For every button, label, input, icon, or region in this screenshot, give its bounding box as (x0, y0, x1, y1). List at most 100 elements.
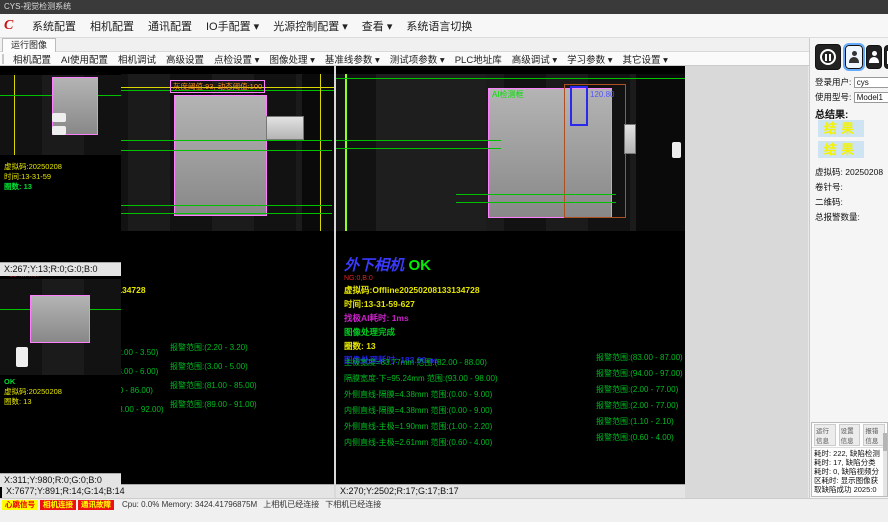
menu-camera-config[interactable]: 相机配置 (83, 18, 141, 34)
statusbar: 心跳信号 相机连接 通讯故障 Cpu: 0.0% Memory: 3424.41… (0, 498, 888, 522)
alarm-range-text: 报警范围:(2.20 - 3.20) (170, 342, 248, 353)
qr-code-label: 二维码: (815, 196, 843, 208)
measurement-text: 外侧直线-隔膜=4.38mm 范围:(0.00 - 9.00) (344, 390, 492, 399)
log-scrollbar[interactable] (883, 433, 887, 497)
status-ok: OK (408, 257, 431, 274)
detected-part-outline (174, 95, 267, 216)
menu-comm-config[interactable]: 通讯配置 (141, 18, 199, 34)
menu-language-switch[interactable]: 系统语言切换 (399, 18, 479, 34)
app-window: CYS-视觉检测系统 C 系统配置 相机配置 通讯配置 IO手配置 ▾ 光源控制… (0, 0, 888, 522)
tool-advanced-debug[interactable]: 高级调试 ▾ (507, 52, 562, 66)
pixel-coords-bar: X:270;Y:2502;R:17;G:17;B:17 (336, 484, 685, 498)
part-clip (266, 116, 304, 140)
small-camera-view-1: 虚拟码:20250208 时间:13-31-59 圈数: 13 X:267;Y:… (0, 66, 121, 276)
switch-user-button[interactable] (866, 45, 882, 69)
tool-learning-params[interactable]: 学习参数 ▾ (562, 52, 617, 66)
threshold-overlay-label: 灰度阈值:93, 动态阈值:100 (170, 80, 265, 93)
pixel-coords-bar: X:267;Y:13;R:0;G:0;B:0 (0, 262, 121, 276)
ai-detect-rect (570, 86, 588, 126)
log-tab-errors[interactable]: 报错信息 (863, 424, 885, 446)
toolbar-grip (2, 54, 4, 64)
small-views-column: 虚拟码:20250208 时间:13-31-59 圈数: 13 X:267;Y:… (0, 66, 121, 498)
camera-view-lower: AI检测框 120.80 外下相机 OK NG:0,B:0 虚拟码:Offlin… (336, 66, 685, 498)
alarm-range-text: 报警范围:(2.00 - 77.00) (596, 400, 678, 411)
overlay-line: 圈数: 13 (0, 397, 62, 407)
menu-system-config[interactable]: 系统配置 (25, 18, 83, 34)
model-label: 使用型号: (815, 92, 851, 102)
measurement-row: 外侧直线-主极=1.90mm 范围:(1.00 - 2.20) 报警范围:(1.… (344, 416, 683, 428)
comm-fault-badge: 通讯故障 (78, 500, 114, 510)
camera-info-lower: 外下相机 OK NG:0,B:0 虚拟码:Offline202502081331… (344, 254, 480, 367)
tool-baseline-params[interactable]: 基准线参数 ▾ (320, 52, 385, 66)
pause-button[interactable] (815, 44, 841, 70)
camera-title: 外下相机 (344, 257, 404, 274)
tool-spotcheck-settings[interactable]: 点检设置 ▾ (209, 52, 264, 66)
heartbeat-badge: 心跳信号 (2, 500, 38, 510)
upper-camera-status: 上相机已经连接 (263, 500, 319, 510)
measurement-text: 内侧直线-隔膜=4.38mm 范围:(0.00 - 9.00) (344, 406, 492, 415)
window-title: CYS-视觉检测系统 (4, 2, 71, 11)
overlay-line: 虚拟码:20250208 (0, 387, 62, 397)
model-field[interactable]: Model1 (854, 92, 888, 103)
toolbar: 相机配置 AI使用配置 相机调试 高级设置 点检设置 ▾ 图像处理 ▾ 基准线参… (0, 52, 888, 66)
exit-button[interactable] (884, 45, 888, 69)
bright-spot (672, 142, 681, 158)
measurement-row: 主极宽度=83.77mm 范围:(82.00 - 88.00) 报警范围:(83… (344, 352, 683, 364)
tool-advanced-settings[interactable]: 高级设置 (161, 52, 209, 66)
tool-ai-config[interactable]: AI使用配置 (56, 52, 113, 66)
small-camera-image-1[interactable] (0, 75, 121, 155)
log-tabs: 运行信息 设置信息 报错信息 (812, 423, 887, 448)
alarm-range-text: 报警范围:(0.60 - 4.00) (596, 432, 674, 443)
login-user-label: 登录用户: (815, 77, 851, 87)
menubar: C 系统配置 相机配置 通讯配置 IO手配置 ▾ 光源控制配置 ▾ 查看 ▾ 系… (0, 14, 888, 38)
ai-elapsed-text: 找极AI耗时: 1ms (344, 311, 480, 325)
alarm-count-label: 总报警数量: (815, 211, 860, 223)
ng-count-text: NG:0,B:0 (344, 275, 480, 283)
menu-io-config[interactable]: IO手配置 ▾ (199, 18, 266, 34)
result-indicator-1: 结果 (818, 120, 864, 137)
menu-view[interactable]: 查看 ▾ (355, 18, 400, 34)
part-clip (624, 124, 636, 154)
log-text: 耗时: 222, 缺陷检测耗时: 17, 缺陷分类耗时: 0, 缺陷视频分区耗时… (812, 448, 887, 497)
measurement-text: 隔膜宽度-下=95.24mm 范围:(93.00 - 98.00) (344, 374, 498, 383)
barcode-text: 虚拟码:Offline20250208133134728 (344, 283, 480, 297)
log-tab-settings[interactable]: 设置信息 (839, 424, 861, 446)
small-camera-image-2[interactable] (0, 279, 121, 375)
window-titlebar: CYS-视觉检测系统 (0, 0, 888, 14)
tool-image-processing[interactable]: 图像处理 ▾ (264, 52, 319, 66)
log-tab-run[interactable]: 运行信息 (814, 424, 836, 446)
tool-plc-address[interactable]: PLC地址库 (450, 52, 507, 66)
log-panel: 运行信息 设置信息 报错信息 耗时: 222, 缺陷检测耗时: 17, 缺陷分类… (811, 422, 888, 497)
tool-test-params[interactable]: 测试项参数 ▾ (385, 52, 450, 66)
virtual-code-label: 虚拟码: (815, 167, 843, 177)
time-text: 时间:13-31-59-627 (344, 297, 480, 311)
user-icon (849, 51, 859, 63)
turns-text: 圈数: 13 (344, 339, 480, 353)
tool-camera-debug[interactable]: 相机调试 (113, 52, 161, 66)
alarm-range-text: 报警范围:(2.00 - 77.00) (596, 384, 678, 395)
overlay-line: 时间:13-31-59 (0, 172, 62, 182)
login-user-button[interactable] (845, 45, 863, 69)
pause-icon (820, 49, 836, 65)
pixel-coords-bar: X:311;Y:980;R:0;G:0;B:0 (0, 473, 121, 487)
virtual-code-value: 20250208 (845, 167, 883, 177)
alarm-range-text: 报警范围:(94.00 - 97.00) (596, 368, 683, 379)
small-camera-view-2: OK 虚拟码:20250208 圈数: 13 X:311;Y:980;R:0;G… (0, 277, 121, 487)
alarm-range-text: 报警范围:(81.00 - 85.00) (170, 380, 257, 391)
small-view-2-overlay: OK 虚拟码:20250208 圈数: 13 (0, 377, 62, 407)
tab-strip: 运行图像 (0, 38, 888, 52)
camera-image-lower[interactable]: AI检测框 120.80 (336, 74, 685, 231)
result-indicator-2: 结果 (818, 141, 864, 158)
measurement-row: 外侧直线-隔膜=4.38mm 范围:(0.00 - 9.00) 报警范围:(2.… (344, 384, 683, 396)
measurement-row: 内侧直线-隔膜=4.38mm 范围:(0.00 - 9.00) 报警范围:(2.… (344, 400, 683, 412)
alarm-range-text: 报警范围:(3.00 - 5.00) (170, 361, 248, 372)
login-user-field[interactable]: cys (854, 77, 888, 88)
measurement-text: 外侧直线-主极=1.90mm 范围:(1.00 - 2.20) (344, 422, 492, 431)
tool-camera-config[interactable]: 相机配置 (8, 52, 56, 66)
tool-other-settings[interactable]: 其它设置 ▾ (618, 52, 673, 66)
tab-run-image[interactable]: 运行图像 (2, 38, 56, 52)
menu-light-config[interactable]: 光源控制配置 ▾ (266, 18, 355, 34)
status-ok: OK (0, 377, 62, 387)
sidebar: 登录用户: cys 使用型号: Model1 总结果: 结果 结果 虚拟码: 2… (809, 38, 888, 498)
lower-camera-status: 下相机已经连接 (325, 500, 381, 510)
